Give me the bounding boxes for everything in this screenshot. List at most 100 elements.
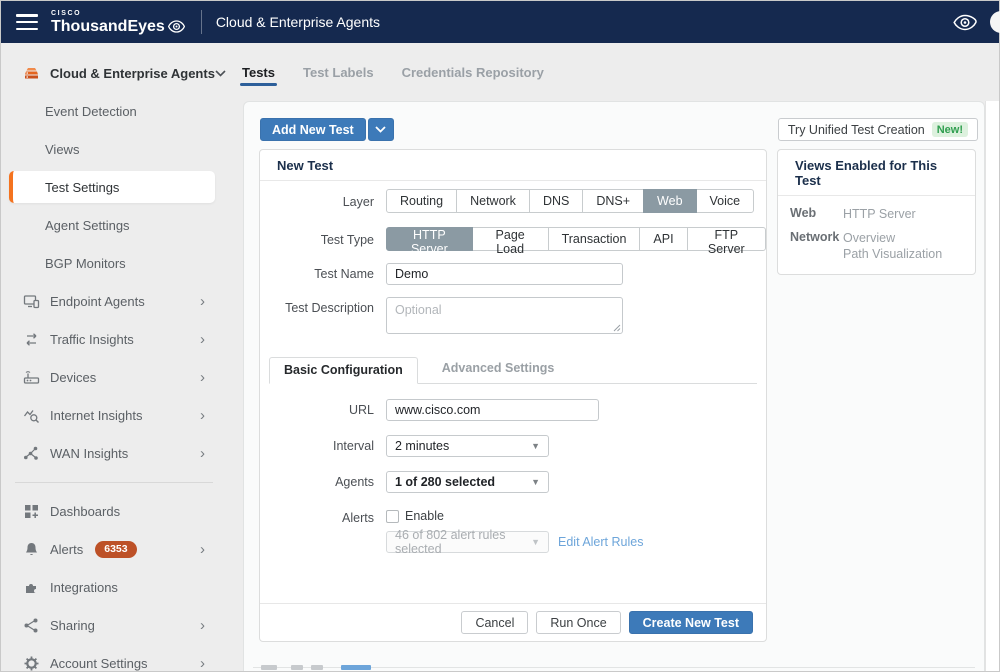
chevron-right-icon: › — [200, 656, 205, 671]
sidebar-item-label: Agent Settings — [45, 218, 130, 233]
layer-option-dns[interactable]: DNS — [529, 189, 583, 213]
view-eye-icon[interactable] — [953, 14, 977, 31]
try-unified-label: Try Unified Test Creation — [788, 123, 925, 137]
sidebar-item-cloud-enterprise-agents[interactable]: Cloud & Enterprise Agents — [1, 54, 227, 92]
sidebar-item-dashboards[interactable]: Dashboards — [1, 492, 227, 530]
layer-option-network[interactable]: Network — [456, 189, 530, 213]
tab-test-labels[interactable]: Test Labels — [301, 43, 376, 80]
add-new-test-button[interactable]: Add New Test — [260, 118, 366, 141]
views-row-values: Overview Path Visualization — [843, 230, 942, 262]
devices-icon — [23, 369, 40, 386]
test-description-label: Test Description — [260, 301, 374, 315]
tests-page-panel: Add New Test Try Unified Test Creation N… — [243, 101, 985, 671]
header-divider — [201, 10, 202, 34]
sidebar-item-agent-settings[interactable]: Agent Settings — [1, 206, 227, 244]
clipped-content-row — [253, 663, 975, 671]
chevron-right-icon: › — [200, 408, 205, 423]
select-caret-icon: ▼ — [531, 477, 540, 487]
sidebar-item-internet-insights[interactable]: Internet Insights › — [1, 396, 227, 434]
chevron-right-icon: › — [200, 618, 205, 633]
alerts-enable-checkbox[interactable] — [386, 510, 399, 523]
chevron-down-icon — [215, 70, 226, 77]
cancel-button[interactable]: Cancel — [461, 611, 528, 634]
test-type-label: Test Type — [260, 233, 374, 247]
sidebar-item-label: Test Settings — [45, 180, 119, 195]
run-once-button[interactable]: Run Once — [536, 611, 620, 634]
sidebar-item-account-settings[interactable]: Account Settings › — [1, 644, 227, 671]
layer-option-web[interactable]: Web — [643, 189, 696, 213]
add-new-test-split-button: Add New Test — [260, 118, 394, 141]
agents-select[interactable]: 1 of 280 selected ▼ — [386, 471, 549, 493]
views-row-network: Network Overview Path Visualization — [790, 230, 963, 262]
sidebar-nav: Cloud & Enterprise Agents Event Detectio… — [1, 43, 227, 671]
sidebar-item-label: Internet Insights — [50, 408, 143, 423]
test-type-page-load[interactable]: Page Load — [472, 227, 549, 251]
sidebar-item-label: Account Settings — [50, 656, 148, 671]
tab-basic-configuration[interactable]: Basic Configuration — [269, 357, 418, 384]
sidebar-item-devices[interactable]: Devices › — [1, 358, 227, 396]
chevron-right-icon: › — [200, 332, 205, 347]
internet-insights-icon — [23, 407, 40, 424]
sidebar-item-traffic-insights[interactable]: Traffic Insights › — [1, 320, 227, 358]
agents-value: 1 of 280 selected — [395, 475, 495, 489]
wan-insights-icon — [23, 445, 40, 462]
sidebar-item-label: Sharing — [50, 618, 95, 633]
test-name-label: Test Name — [260, 267, 374, 281]
layer-option-dns-plus[interactable]: DNS+ — [582, 189, 644, 213]
tab-advanced-settings[interactable]: Advanced Settings — [428, 356, 569, 383]
hamburger-menu-icon[interactable] — [16, 14, 38, 30]
test-description-textarea[interactable] — [386, 297, 623, 334]
test-type-api[interactable]: API — [639, 227, 687, 251]
layer-option-routing[interactable]: Routing — [386, 189, 457, 213]
test-type-http-server[interactable]: HTTP Server — [386, 227, 473, 251]
test-type-transaction[interactable]: Transaction — [548, 227, 641, 251]
alerts-bell-icon — [23, 541, 40, 558]
chevron-right-icon: › — [200, 542, 205, 557]
create-new-test-button[interactable]: Create New Test — [629, 611, 753, 634]
sidebar-item-integrations[interactable]: Integrations — [1, 568, 227, 606]
sidebar-item-label: Event Detection — [45, 104, 137, 119]
sidebar-divider — [1, 472, 227, 492]
tab-credentials-repository[interactable]: Credentials Repository — [400, 43, 546, 80]
url-input[interactable] — [386, 399, 599, 421]
sidebar-item-sharing[interactable]: Sharing › — [1, 606, 227, 644]
views-row-label: Network — [790, 230, 843, 262]
top-header-bar: CISCO ThousandEyes Cloud & Enterprise Ag… — [1, 1, 999, 43]
views-row-label: Web — [790, 206, 843, 222]
new-badge: New! — [932, 122, 968, 137]
sidebar-item-wan-insights[interactable]: WAN Insights › — [1, 434, 227, 472]
test-type-ftp-server[interactable]: FTP Server — [687, 227, 766, 251]
alert-rules-value: 46 of 802 alert rules selected — [395, 528, 531, 556]
layer-option-voice[interactable]: Voice — [696, 189, 755, 213]
scrollbar-track[interactable] — [985, 101, 999, 671]
sidebar-item-bgp-monitors[interactable]: BGP Monitors — [1, 244, 227, 282]
alerts-count-badge: 6353 — [95, 541, 136, 558]
alerts-enable-row: Enable — [386, 509, 444, 523]
tab-tests[interactable]: Tests — [240, 43, 277, 80]
sidebar-item-label: Alerts — [50, 542, 83, 557]
brand-name: ThousandEyes — [51, 19, 165, 35]
form-footer: Cancel Run Once Create New Test — [260, 603, 766, 634]
dashboards-icon — [23, 503, 40, 520]
sidebar-item-label: Traffic Insights — [50, 332, 134, 347]
sidebar-item-views[interactable]: Views — [1, 130, 227, 168]
layer-label: Layer — [260, 195, 374, 209]
select-caret-icon: ▼ — [531, 441, 540, 451]
try-unified-test-creation-button[interactable]: Try Unified Test Creation New! — [778, 118, 978, 141]
agents-label: Agents — [260, 475, 374, 489]
test-type-segmented-control: HTTP Server Page Load Transaction API FT… — [386, 227, 766, 251]
views-row-web: Web HTTP Server — [790, 206, 963, 222]
test-name-input[interactable] — [386, 263, 623, 285]
new-test-card: New Test Layer Routing Network DNS DNS+ … — [259, 149, 767, 642]
chevron-right-icon: › — [200, 446, 205, 461]
sidebar-item-endpoint-agents[interactable]: Endpoint Agents › — [1, 282, 227, 320]
sidebar-item-event-detection[interactable]: Event Detection — [1, 92, 227, 130]
sidebar-item-alerts[interactable]: Alerts 6353 › — [1, 530, 227, 568]
add-new-test-dropdown-button[interactable] — [368, 118, 394, 141]
select-caret-icon: ▼ — [531, 537, 540, 547]
interval-select[interactable]: 2 minutes ▼ — [386, 435, 549, 457]
sidebar-item-label: Views — [45, 142, 79, 157]
sidebar-item-test-settings[interactable]: Test Settings — [1, 168, 227, 206]
alert-rules-select[interactable]: 46 of 802 alert rules selected ▼ — [386, 531, 549, 553]
edit-alert-rules-link[interactable]: Edit Alert Rules — [558, 535, 643, 549]
